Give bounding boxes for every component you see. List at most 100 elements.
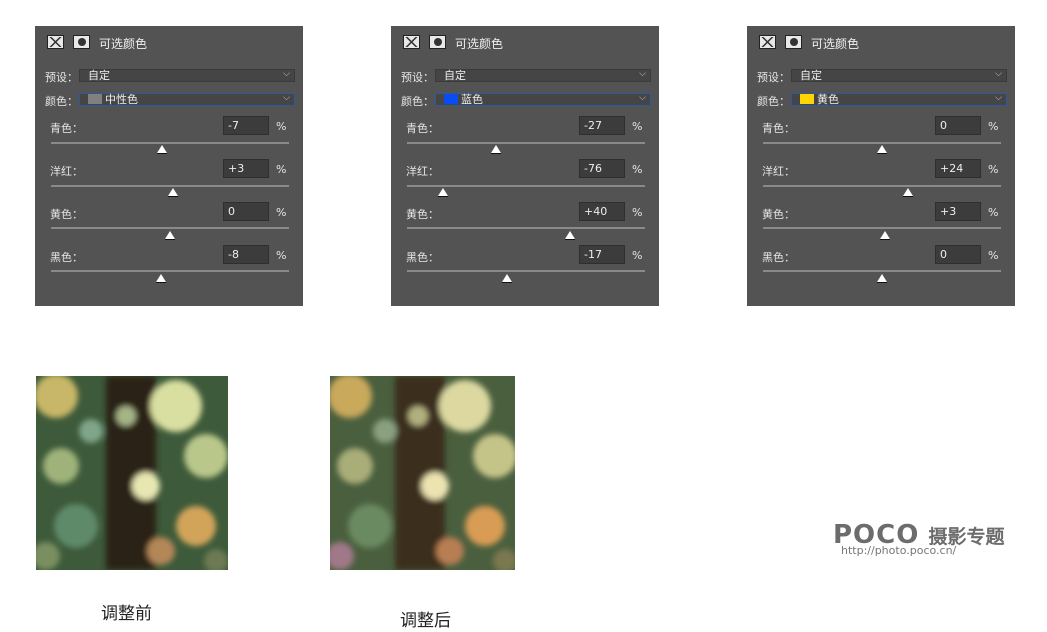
black-slider-track[interactable] <box>763 270 1001 272</box>
before-photo <box>36 376 228 570</box>
percent-unit: % <box>988 163 999 176</box>
color-dropdown[interactable]: 中性色 ⌵ <box>79 93 295 106</box>
preset-label: 预设： <box>45 71 78 84</box>
color-label: 颜色： <box>401 95 434 108</box>
yellow-slider-thumb[interactable] <box>880 231 891 240</box>
color-swatch <box>88 94 102 104</box>
percent-unit: % <box>988 120 999 133</box>
magenta-slider-thumb[interactable] <box>437 188 448 197</box>
magenta-slider-thumb[interactable] <box>168 188 179 197</box>
yellow-value-input[interactable]: 0 <box>223 202 269 221</box>
black-slider-thumb[interactable] <box>156 274 167 283</box>
cyan-value-input[interactable]: -7 <box>223 116 269 135</box>
black-value-input[interactable]: -8 <box>223 245 269 264</box>
percent-unit: % <box>632 206 643 219</box>
preset-value: 自定 <box>88 69 110 82</box>
layer-mask-icon[interactable] <box>785 35 802 49</box>
magenta-value-input[interactable]: +3 <box>223 159 269 178</box>
preset-value: 自定 <box>444 69 466 82</box>
cyan-slider-thumb[interactable] <box>157 145 168 154</box>
black-slider-thumb[interactable] <box>877 274 887 283</box>
color-swatch <box>444 94 458 104</box>
percent-unit: % <box>276 120 287 133</box>
color-dropdown[interactable]: 蓝色 ⌵ <box>435 93 651 106</box>
cyan-slider-thumb[interactable] <box>877 145 887 154</box>
magenta-slider-track[interactable] <box>763 185 1001 187</box>
yellow-label: 黄色： <box>762 208 795 221</box>
preset-dropdown[interactable]: 自定 ⌵ <box>435 69 651 82</box>
layer-mask-icon[interactable] <box>73 35 90 49</box>
panel-header: 可选颜色 <box>747 26 1015 58</box>
after-photo <box>330 376 515 570</box>
yellow-label: 黄色： <box>406 208 439 221</box>
cyan-slider-track[interactable] <box>407 142 645 144</box>
preset-dropdown[interactable]: 自定 ⌵ <box>791 69 1007 82</box>
black-label: 黑色： <box>762 251 795 264</box>
yellow-slider-track[interactable] <box>763 227 1001 229</box>
cyan-value-input[interactable]: -27 <box>579 116 625 135</box>
black-value-input[interactable]: 0 <box>935 245 981 264</box>
cyan-label: 青色： <box>406 122 439 135</box>
cyan-label: 青色： <box>762 122 795 135</box>
after-caption: 调整后 <box>400 611 451 631</box>
panel-title: 可选颜色 <box>811 37 860 51</box>
selective-color-panel-blue: 可选颜色 预设： 自定 ⌵ 颜色： 蓝色 ⌵ 青色： -27 % 洋红： -76… <box>391 26 659 306</box>
magenta-label: 洋红： <box>406 165 439 178</box>
cyan-value-input[interactable]: 0 <box>935 116 981 135</box>
magenta-value-input[interactable]: +24 <box>935 159 981 178</box>
adjustment-layer-icon[interactable] <box>759 35 776 49</box>
yellow-value-input[interactable]: +40 <box>579 202 625 221</box>
magenta-label: 洋红： <box>762 165 795 178</box>
yellow-slider-track[interactable] <box>51 227 289 229</box>
percent-unit: % <box>988 206 999 219</box>
cyan-label: 青色： <box>50 122 83 135</box>
color-value: 中性色 <box>105 93 138 106</box>
adjustment-layer-icon[interactable] <box>47 35 64 49</box>
yellow-slider-track[interactable] <box>407 227 645 229</box>
selective-color-panel-yellow: 可选颜色 预设： 自定 ⌵ 颜色： 黄色 ⌵ 青色： 0 % 洋红： +24 %… <box>747 26 1015 306</box>
color-value: 蓝色 <box>461 93 483 106</box>
magenta-label: 洋红： <box>50 165 83 178</box>
preset-label: 预设： <box>757 71 790 84</box>
bokeh-image-after <box>330 376 515 570</box>
preset-dropdown[interactable]: 自定 ⌵ <box>79 69 295 82</box>
chevron-down-icon: ⌵ <box>639 93 646 103</box>
yellow-slider-thumb[interactable] <box>564 231 575 240</box>
magenta-slider-track[interactable] <box>51 185 289 187</box>
magenta-value-input[interactable]: -76 <box>579 159 625 178</box>
panel-title: 可选颜色 <box>99 37 148 51</box>
adjustment-layer-icon[interactable] <box>403 35 420 49</box>
panel-title: 可选颜色 <box>455 37 504 51</box>
percent-unit: % <box>276 163 287 176</box>
percent-unit: % <box>988 249 999 262</box>
color-value: 黄色 <box>817 93 839 106</box>
preset-value: 自定 <box>800 69 822 82</box>
percent-unit: % <box>276 206 287 219</box>
yellow-slider-thumb[interactable] <box>165 231 175 240</box>
color-label: 颜色： <box>757 95 790 108</box>
chevron-down-icon: ⌵ <box>283 93 290 103</box>
bokeh-image-before <box>36 376 228 570</box>
color-label: 颜色： <box>45 95 78 108</box>
black-slider-track[interactable] <box>51 270 289 272</box>
chevron-down-icon: ⌵ <box>995 69 1002 79</box>
chevron-down-icon: ⌵ <box>995 93 1002 103</box>
chevron-down-icon: ⌵ <box>639 69 646 79</box>
cyan-slider-track[interactable] <box>763 142 1001 144</box>
yellow-value-input[interactable]: +3 <box>935 202 981 221</box>
magenta-slider-thumb[interactable] <box>903 188 914 197</box>
percent-unit: % <box>632 249 643 262</box>
black-slider-track[interactable] <box>407 270 645 272</box>
preset-label: 预设： <box>401 71 434 84</box>
cyan-slider-thumb[interactable] <box>491 145 502 154</box>
cyan-slider-track[interactable] <box>51 142 289 144</box>
before-caption: 调整前 <box>101 604 152 624</box>
panel-header: 可选颜色 <box>391 26 659 58</box>
black-label: 黑色： <box>50 251 83 264</box>
black-slider-thumb[interactable] <box>502 274 513 283</box>
color-dropdown[interactable]: 黄色 ⌵ <box>791 93 1007 106</box>
magenta-slider-track[interactable] <box>407 185 645 187</box>
black-value-input[interactable]: -17 <box>579 245 625 264</box>
layer-mask-icon[interactable] <box>429 35 446 49</box>
panel-header: 可选颜色 <box>35 26 303 58</box>
